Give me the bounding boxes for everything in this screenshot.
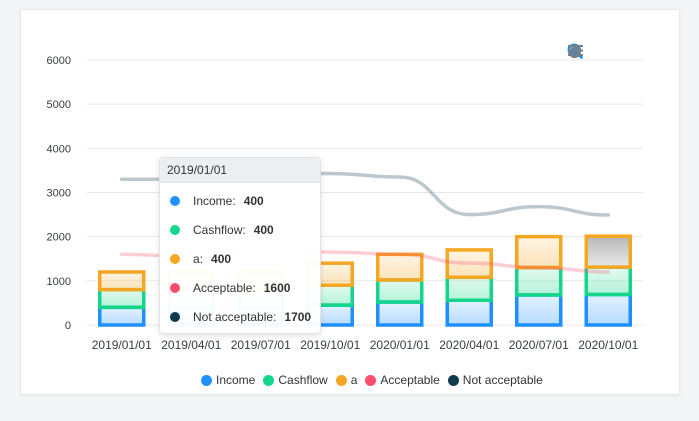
chart-tooltip: 2019/01/01 Income: 400 Cashflow: 400 a: … [159, 157, 321, 334]
tooltip-value: 1700 [284, 310, 312, 324]
reset-home-icon[interactable] [568, 43, 668, 60]
tooltip-row-income: Income: 400 [170, 193, 264, 209]
bar-income [98, 305, 146, 327]
y-tick-label: 0 [65, 320, 71, 332]
chart-card: 0 1000 2000 3000 4000 5000 6000 2019/01/01 2019/… [20, 9, 680, 395]
x-tick-label: 2020/10/01 [578, 338, 638, 352]
legend-marker [263, 374, 275, 386]
tooltip-value: 400 [243, 194, 264, 208]
y-tick-label: 1000 [47, 276, 71, 288]
menu-icon[interactable] [568, 43, 689, 60]
chart-toolbar [567, 43, 689, 60]
tooltip-marker-acceptable [170, 283, 180, 293]
bar-a [584, 234, 632, 269]
bar-income [584, 292, 632, 327]
tooltip-value: 400 [211, 252, 232, 266]
legend-marker [201, 374, 212, 386]
legend-label: a [350, 373, 358, 387]
x-tick-label: 2019/07/01 [231, 338, 291, 352]
y-tick-label: 4000 [47, 143, 71, 155]
x-tick-label: 2020/01/01 [370, 338, 430, 352]
tooltip-row-acceptable: Acceptable: 1600 [170, 280, 290, 296]
tooltip-row-a: a: 400 [170, 251, 231, 267]
x-tick-label: 2019/01/01 [92, 338, 152, 352]
x-tick-label: 2020/07/01 [509, 338, 569, 352]
tooltip-marker-income [170, 196, 180, 206]
legend-item-cashflow[interactable]: Cashflow [263, 373, 328, 387]
bar-income [376, 300, 424, 327]
legend-marker [447, 374, 459, 386]
legend-label: Not acceptable [462, 373, 543, 387]
bar-a [515, 234, 563, 270]
tooltip-value: 400 [253, 223, 274, 237]
y-tick-label: 5000 [47, 99, 71, 111]
selection-zoom-icon[interactable] [567, 43, 626, 60]
bar-cashflow [445, 275, 493, 303]
bar-a [98, 270, 146, 292]
legend-marker [365, 374, 377, 386]
bar-income [515, 293, 563, 327]
legend-label: Income [216, 373, 256, 387]
tooltip-label: Income [193, 194, 233, 208]
chart-legend: Income Cashflow a Acceptable Not accepta… [201, 373, 551, 387]
x-tick-label: 2019/04/01 [161, 338, 221, 352]
legend-label: Acceptable [380, 373, 440, 387]
y-tick-label: 2000 [47, 232, 71, 244]
tooltip-label: Cashflow [193, 223, 243, 237]
tooltip-title: 2019/01/01 [160, 158, 320, 183]
zoom-out-icon[interactable] [567, 43, 605, 60]
tooltip-row-cashflow: Cashflow: 400 [170, 222, 274, 238]
chart-svg: 01000200030004000500060002019/01/01 2019/… [47, 55, 643, 352]
legend-label: Cashflow [278, 373, 328, 387]
x-tick-label: 2020/04/01 [439, 338, 499, 352]
y-tick-label: 6000 [47, 55, 71, 67]
tooltip-label: a [193, 252, 200, 266]
y-tick-label: 3000 [47, 188, 71, 200]
tooltip-marker-a [170, 254, 180, 264]
tooltip-marker-not-acceptable [170, 312, 180, 322]
bar-a [376, 252, 424, 282]
bar-cashflow [376, 278, 424, 304]
tooltip-marker-cashflow [170, 225, 180, 235]
tooltip-label: Not acceptable [193, 310, 274, 324]
tooltip-row-not-acceptable: Not acceptable: 1700 [170, 309, 311, 325]
bar-cashflow [98, 287, 146, 310]
tooltip-value: 1600 [263, 281, 291, 295]
legend-marker [335, 374, 347, 386]
legend-item-income[interactable]: Income [201, 373, 255, 387]
pan-hand-icon[interactable] [568, 43, 647, 60]
legend-item-a[interactable]: a [335, 373, 358, 387]
bar-cashflow [515, 265, 563, 297]
legend-item-acceptable[interactable]: Acceptable [365, 373, 440, 387]
x-tick-label: 2019/10/01 [300, 338, 360, 352]
bar-income [445, 298, 493, 327]
legend-item-not-acceptable[interactable]: Not acceptable [447, 373, 543, 387]
tooltip-label: Acceptable [193, 281, 253, 295]
